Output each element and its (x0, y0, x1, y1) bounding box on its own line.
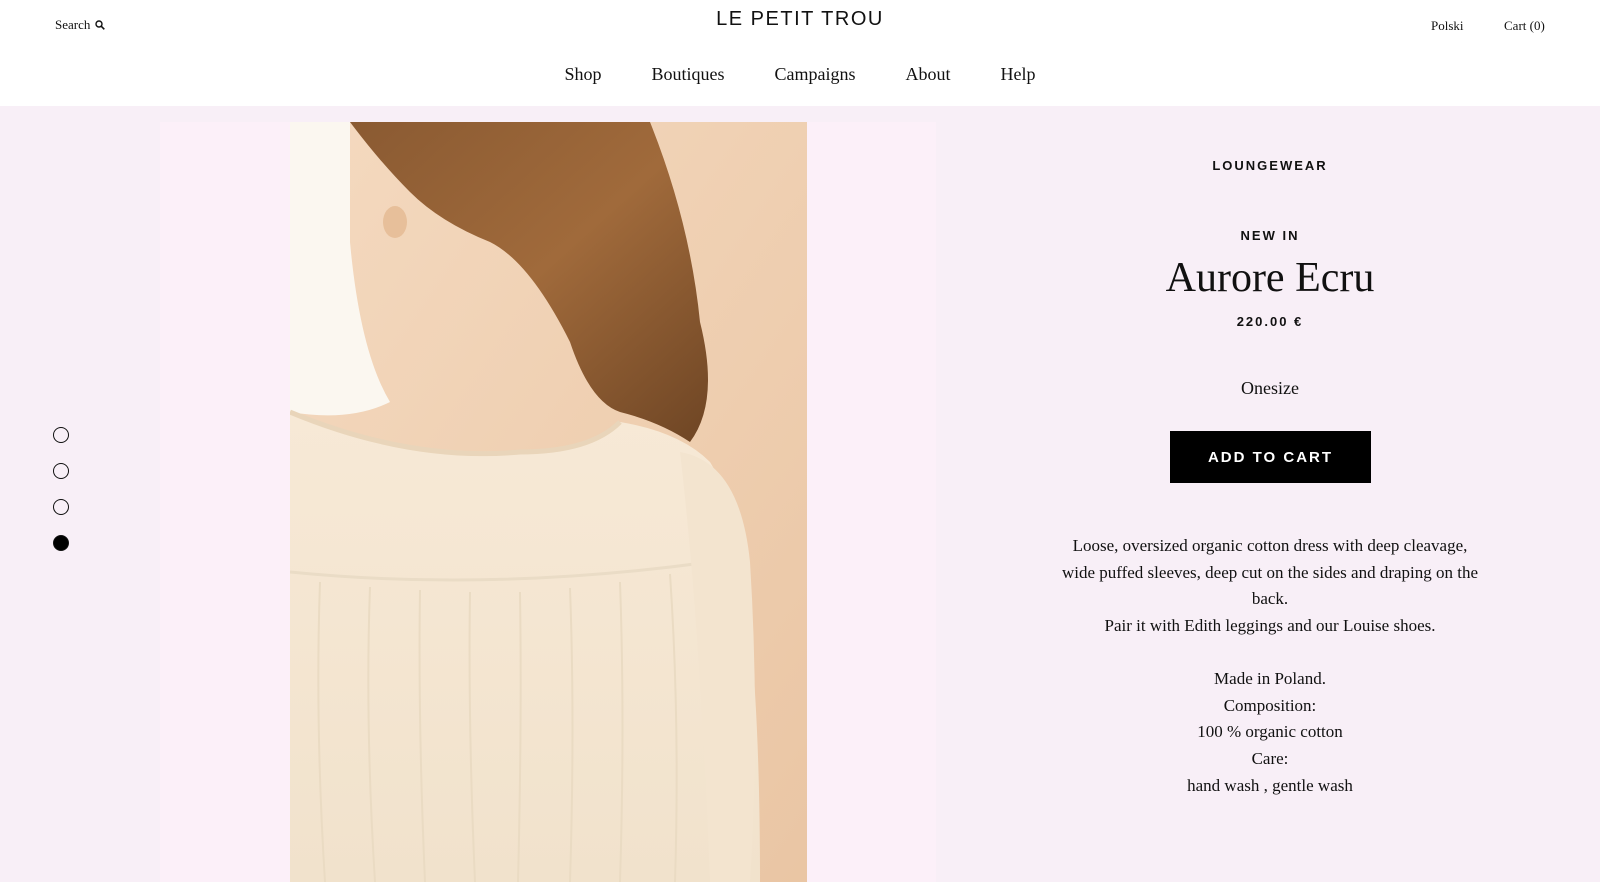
product-price: 220.00 € (1236, 314, 1304, 329)
nav-item-campaigns[interactable]: Campaigns (775, 64, 856, 85)
new-in-badge: NEW IN (1240, 228, 1300, 243)
description-line: 100 % organic cotton (1197, 722, 1343, 742)
nav-item-about[interactable]: About (906, 64, 951, 85)
description-line: Care: (1251, 748, 1289, 768)
description-line: Composition: (1223, 695, 1317, 715)
product-description: Loose, oversized organic cotton dress wi… (1035, 533, 1505, 799)
description-line: Pair it with Edith leggings and our Loui… (1104, 616, 1436, 636)
description-line: Loose, oversized organic cotton dress wi… (1072, 536, 1468, 555)
description-line: wide puffed sleeves, deep cut on the sid… (1061, 562, 1479, 582)
size-option[interactable]: Onesize (1035, 378, 1505, 399)
description-line: hand wash , gentle wash (1187, 775, 1353, 795)
nav-item-boutiques[interactable]: Boutiques (652, 64, 725, 85)
gallery-dot-3[interactable] (53, 499, 69, 515)
nav-item-help[interactable]: Help (1001, 64, 1036, 85)
cart-link[interactable]: Cart (0) (1504, 18, 1545, 34)
product-title: Aurore Ecru (1165, 255, 1375, 301)
language-switcher[interactable]: Polski (1431, 18, 1464, 34)
description-line: Made in Poland. (1214, 668, 1326, 688)
product-image-frame (160, 122, 936, 882)
nav-item-shop[interactable]: Shop (564, 64, 601, 85)
description-line: back. (1251, 589, 1289, 609)
gallery-pagination (53, 427, 69, 571)
gallery-dot-4-active[interactable] (53, 535, 69, 551)
main-nav: Shop Boutiques Campaigns About Help (0, 64, 1600, 85)
add-to-cart-button[interactable]: ADD TO CART (1170, 431, 1371, 483)
gallery-dot-2[interactable] (53, 463, 69, 479)
product-photo[interactable] (290, 122, 807, 882)
collection-label[interactable]: LOUNGEWEAR (1035, 158, 1505, 173)
gallery-dot-1[interactable] (53, 427, 69, 443)
site-header: Search LE PETIT TROU Polski Cart (0) Sho… (0, 0, 1600, 106)
brand-logo[interactable]: LE PETIT TROU (0, 8, 1600, 31)
product-photo-illustration (290, 122, 807, 882)
